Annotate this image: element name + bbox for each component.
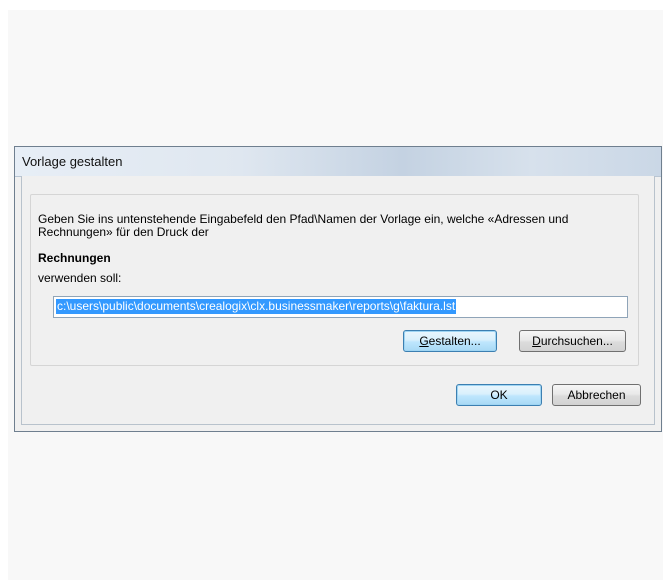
document-type-heading: Rechnungen: [38, 251, 111, 265]
durchsuchen-accelerator: D: [532, 334, 541, 348]
template-path-value: c:\users\public\documents\crealogix\clx.…: [56, 299, 457, 314]
durchsuchen-label: urchsuchen...: [540, 334, 613, 348]
durchsuchen-button[interactable]: Durchsuchen...: [519, 330, 626, 352]
gestalten-accelerator: G: [419, 334, 429, 348]
title-bar[interactable]: Vorlage gestalten: [15, 147, 661, 177]
abbrechen-button[interactable]: Abbrechen: [552, 384, 641, 406]
ok-button[interactable]: OK: [456, 384, 542, 406]
description-text: Geben Sie ins untenstehende Eingabefeld …: [38, 212, 569, 239]
use-label: verwenden soll:: [38, 271, 122, 285]
gestalten-label: estalten...: [428, 334, 481, 348]
dialog-title: Vorlage gestalten: [22, 154, 123, 169]
vorlage-gestalten-dialog: Vorlage gestalten Geben Sie ins untenste…: [14, 146, 662, 432]
gestalten-button[interactable]: Gestalten...: [403, 330, 497, 352]
template-path-input[interactable]: c:\users\public\documents\crealogix\clx.…: [53, 296, 628, 318]
